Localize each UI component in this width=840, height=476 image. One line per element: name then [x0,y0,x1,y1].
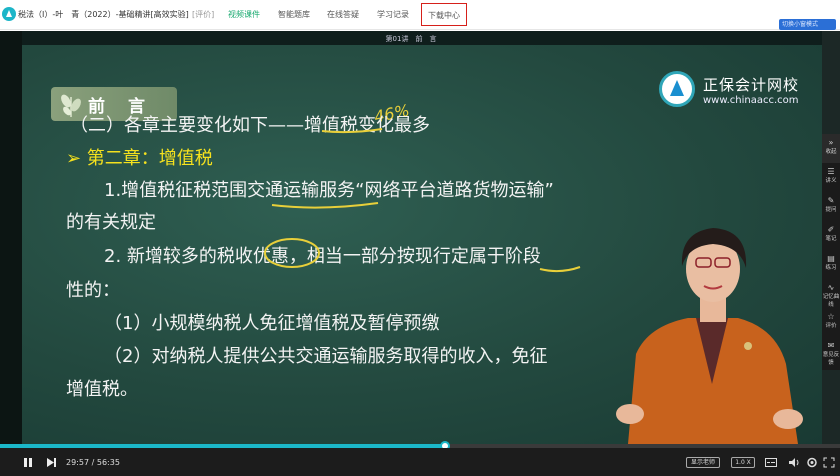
sidebar-note-label: 笔记 [825,236,837,242]
top-navigation-bar: 税法（I）-叶 青（2022）-基础精讲[高效实验] [评价] 视频课件 智能题… [0,0,840,30]
collapse-icon: » [828,138,834,147]
app-logo-icon [2,7,16,21]
sidebar-note-button[interactable]: ✐ 笔记 [822,221,840,250]
rate-link[interactable]: [评价] [192,9,214,20]
sidebar-rate-button[interactable]: ☆ 评价 [822,308,840,337]
sidebar-ask-button[interactable]: ✎ 提问 [822,192,840,221]
sidebar-ask-label: 提问 [825,207,837,213]
ask-icon: ✎ [827,196,835,205]
sidebar-feedback-label: 意见反馈 [822,352,840,366]
sidebar-rate-label: 评价 [825,323,837,329]
subtitle-icon[interactable] [765,457,777,468]
current-time: 29:57 [66,458,90,467]
fullscreen-icon[interactable] [823,457,835,468]
tab-question-bank[interactable]: 智能题库 [278,9,310,20]
total-time: 56:35 [96,458,120,467]
course-title: 税法（I）-叶 青（2022）-基础精讲[高效实验] [18,10,189,19]
volume-icon[interactable] [788,457,800,468]
speed-button[interactable]: 1.0 X [731,457,755,468]
settings-icon[interactable] [806,457,818,468]
practice-icon: ▤ [827,254,835,263]
sidebar-curve-button[interactable]: ∿ 记忆曲线 [822,279,840,308]
feedback-icon: ✉ [827,341,835,350]
star-icon: ☆ [827,312,835,321]
mini-window-button[interactable]: 切换小窗模式 [779,19,836,30]
notes-icon: ☰ [827,167,835,176]
player-controls: 29:57 / 56:35 显示老师 1.0 X [0,448,840,476]
sidebar-feedback-button[interactable]: ✉ 意见反馈 [822,337,840,366]
teacher-video [616,228,803,444]
tab-online-qa[interactable]: 在线答疑 [327,9,359,20]
sidebar-collapse-button[interactable]: » 收起 [822,134,840,163]
sidebar-practice-button[interactable]: ▤ 练习 [822,250,840,279]
tab-download-center[interactable]: 下载中心 [421,3,467,26]
curve-icon: ∿ [827,283,835,292]
sidebar-top-area [822,31,840,134]
pause-icon[interactable] [22,457,33,468]
sidebar-notes-button[interactable]: ☰ 讲义 [822,163,840,192]
video-stage[interactable]: 第01讲 前 言 前 言 正保会计网校 www.chinaacc.com 46%… [0,31,822,444]
time-readout: 29:57 / 56:35 [66,458,120,467]
right-tool-sidebar: » 收起 ☰ 讲义 ✎ 提问 ✐ 笔记 ▤ 练习 ∿ 记忆曲线 ☆ 评价 ✉ 意… [822,134,840,370]
show-teacher-button[interactable]: 显示老师 [686,457,720,468]
sidebar-collapse-label: 收起 [825,149,837,155]
sidebar-bottom-area [822,370,840,444]
sidebar-practice-label: 练习 [825,265,837,271]
tab-video-courseware[interactable]: 视频课件 [228,9,260,20]
tab-study-records[interactable]: 学习记录 [377,9,409,20]
tab-download-center-label: 下载中心 [428,11,460,20]
note-icon: ✐ [827,225,835,234]
sidebar-notes-label: 讲义 [825,178,837,184]
next-icon[interactable] [46,457,57,468]
sidebar-curve-label: 记忆曲线 [822,294,840,308]
